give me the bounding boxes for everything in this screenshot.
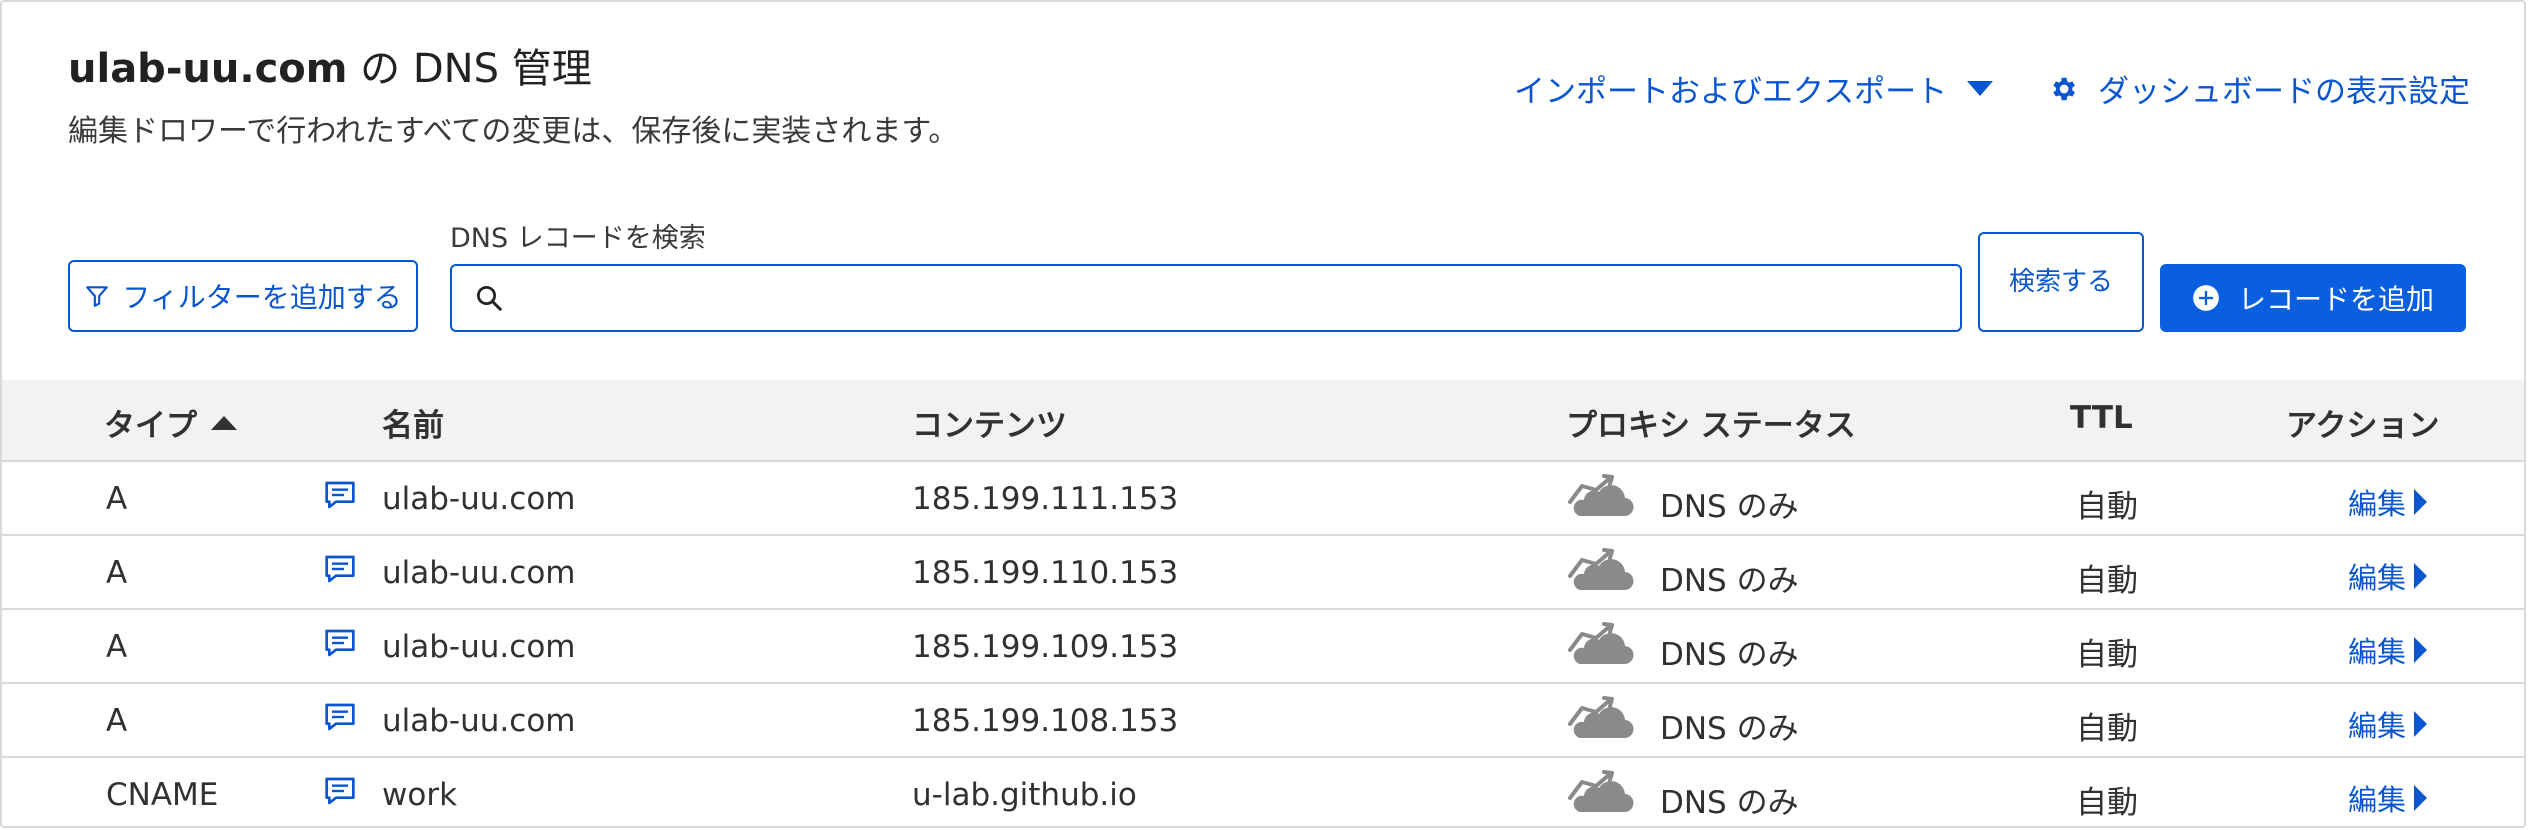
proxy-status: DNS のみ <box>1660 711 1799 747</box>
proxy-status: DNS のみ <box>1660 637 1799 673</box>
page-title: ulab-uu.com の DNS 管理 <box>68 36 592 94</box>
proxy-status: DNS のみ <box>1660 785 1799 821</box>
chevron-right-icon <box>2414 711 2428 737</box>
record-name: ulab-uu.com <box>382 481 576 517</box>
comment-icon[interactable] <box>324 554 356 588</box>
edit-label: 編集 <box>2348 709 2407 743</box>
table-row: Aulab-uu.com 185.199.110.153 DNS のみ 自動 編集 <box>2 536 2524 610</box>
column-header-content: コンテンツ <box>912 408 1067 444</box>
record-type: A <box>106 703 128 739</box>
record-ttl: 自動 <box>2076 489 2138 525</box>
plus-circle-icon <box>2193 285 2219 311</box>
dns-management-card: ulab-uu.com の DNS 管理 編集ドロワーで行われたすべての変更は、… <box>0 0 2526 828</box>
record-ttl: 自動 <box>2076 785 2138 821</box>
sort-ascending-icon <box>211 415 237 430</box>
edit-record-link[interactable]: 編集 <box>2348 777 2428 819</box>
record-ttl: 自動 <box>2076 637 2138 673</box>
cloud-dns-only-icon <box>1566 768 1634 822</box>
page-title-suffix: の DNS 管理 <box>347 46 592 92</box>
edit-record-link[interactable]: 編集 <box>2348 629 2428 671</box>
search-submit-button[interactable]: 検索する <box>1978 232 2144 332</box>
record-ttl: 自動 <box>2076 563 2138 599</box>
import-export-button[interactable]: インポートおよびエクスポート <box>1514 66 1994 111</box>
table-row: CNAME work u-lab.github.io DNS のみ 自動 編集 <box>2 758 2524 826</box>
add-filter-button[interactable]: フィルターを追加する <box>68 260 418 332</box>
comment-icon[interactable] <box>324 776 356 810</box>
chevron-right-icon <box>2414 785 2428 811</box>
cloud-dns-only-icon <box>1566 694 1634 748</box>
record-type: A <box>106 555 128 591</box>
record-name: ulab-uu.com <box>382 555 576 591</box>
cloud-dns-only-icon <box>1566 546 1634 600</box>
record-type: CNAME <box>106 777 219 813</box>
table-row: Aulab-uu.com 185.199.108.153 DNS のみ 自動 編集 <box>2 684 2524 758</box>
record-name: ulab-uu.com <box>382 703 576 739</box>
proxy-status: DNS のみ <box>1660 489 1799 525</box>
page-subtitle: 編集ドロワーで行われたすべての変更は、保存後に実装されます。 <box>68 114 959 149</box>
record-type: A <box>106 481 128 517</box>
search-field[interactable] <box>450 264 1962 332</box>
record-content: 185.199.111.153 <box>912 481 1179 517</box>
search-label: DNS レコードを検索 <box>450 223 706 254</box>
page-title-domain: ulab-uu.com <box>68 46 348 92</box>
edit-label: 編集 <box>2348 783 2407 817</box>
record-type: A <box>106 629 128 665</box>
filter-icon <box>86 286 109 307</box>
proxy-status: DNS のみ <box>1660 563 1799 599</box>
cloud-dns-only-icon <box>1566 472 1634 526</box>
chevron-right-icon <box>2414 563 2428 589</box>
record-name: ulab-uu.com <box>382 629 576 665</box>
add-record-label: レコードを追加 <box>2237 283 2434 316</box>
gear-icon <box>2053 77 2075 100</box>
table-row: Aulab-uu.com 185.199.109.153 DNS のみ 自動 編集 <box>2 610 2524 684</box>
edit-record-link[interactable]: 編集 <box>2348 481 2428 523</box>
edit-record-link[interactable]: 編集 <box>2348 555 2428 597</box>
record-ttl: 自動 <box>2076 711 2138 747</box>
edit-label: 編集 <box>2348 561 2407 595</box>
column-type-label: タイプ <box>104 408 197 444</box>
cloud-dns-only-icon <box>1566 620 1634 674</box>
add-filter-label: フィルターを追加する <box>122 281 402 314</box>
edit-label: 編集 <box>2348 635 2407 669</box>
comment-icon[interactable] <box>324 628 356 662</box>
column-header-name: 名前 <box>382 408 444 444</box>
column-header-actions: アクション <box>2286 408 2440 444</box>
record-content: 185.199.109.153 <box>912 629 1179 665</box>
record-name: work <box>382 777 458 813</box>
record-content: 185.199.110.153 <box>912 555 1179 591</box>
add-record-button[interactable]: レコードを追加 <box>2160 264 2466 332</box>
record-content: u-lab.github.io <box>912 777 1137 813</box>
dashboard-settings-label: ダッシュボードの表示設定 <box>2098 74 2470 110</box>
column-header-type[interactable]: タイプ <box>104 400 237 445</box>
chevron-down-icon <box>1967 81 1994 96</box>
comment-icon[interactable] <box>324 702 356 736</box>
column-header-ttl: TTL <box>2070 400 2133 436</box>
import-export-label: インポートおよびエクスポート <box>1514 74 1948 110</box>
search-input[interactable] <box>516 265 1960 331</box>
table-header: タイプ 名前 コンテンツ プロキシ ステータス TTL アクション <box>2 380 2524 462</box>
search-icon <box>477 286 502 311</box>
chevron-right-icon <box>2414 637 2428 663</box>
table-row: Aulab-uu.com 185.199.111.153 DNS のみ 自動 編集 <box>2 462 2524 536</box>
dashboard-settings-button[interactable]: ダッシュボードの表示設定 <box>2048 66 2470 111</box>
comment-icon[interactable] <box>324 480 356 514</box>
chevron-right-icon <box>2414 489 2428 515</box>
column-header-proxy-status: プロキシ ステータス <box>1566 408 1856 444</box>
record-content: 185.199.108.153 <box>912 703 1179 739</box>
edit-record-link[interactable]: 編集 <box>2348 703 2428 745</box>
edit-label: 編集 <box>2348 487 2407 521</box>
